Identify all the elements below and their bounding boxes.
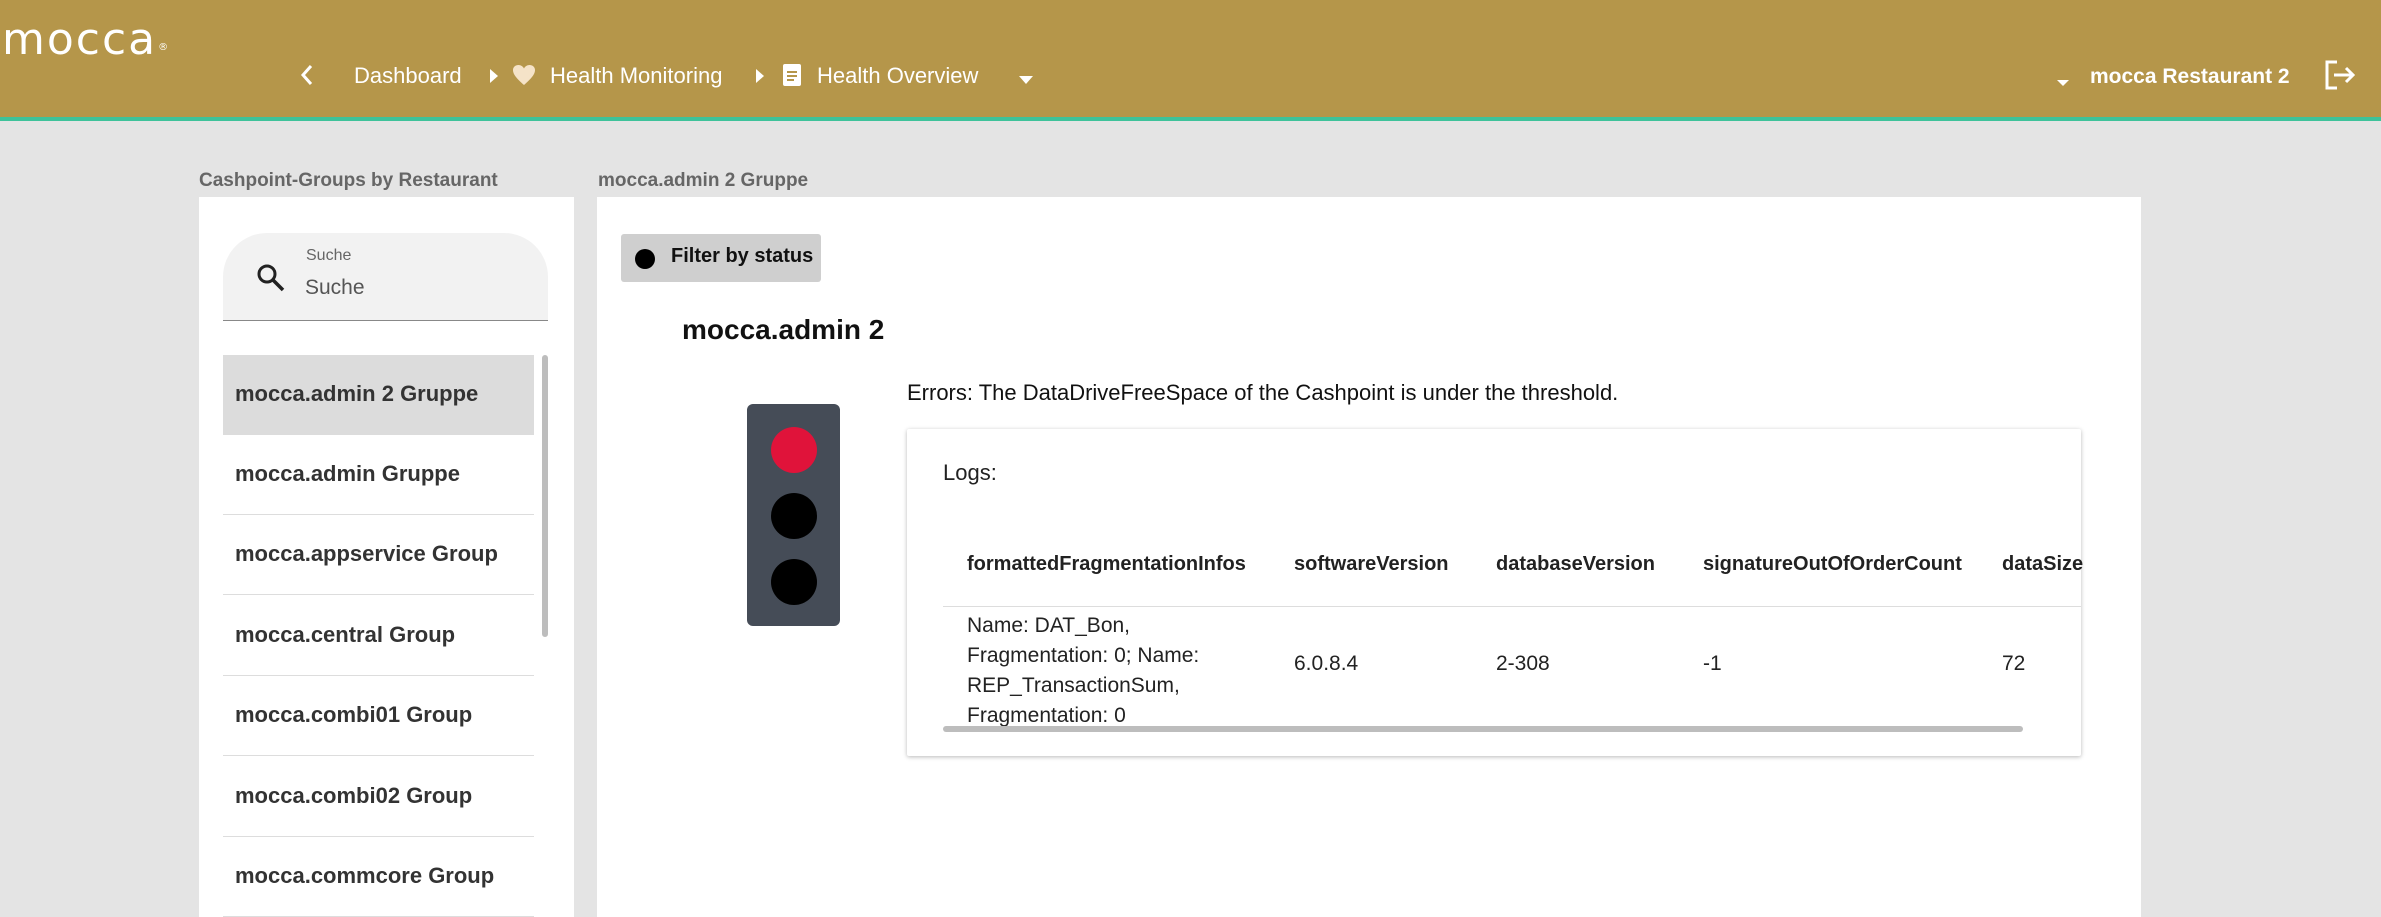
table-divider: [943, 606, 2081, 607]
column-header: formattedFragmentationInfos: [967, 553, 1246, 575]
cashpoint-title: mocca.admin 2: [682, 314, 885, 345]
software-version-cell: 6.0.8.4: [1294, 652, 1359, 675]
search-label: Suche: [306, 247, 352, 264]
mocca-logo[interactable]: mocca®: [2, 18, 169, 62]
logs-card: Logs: formattedFragmentationInfos softwa…: [907, 429, 2084, 756]
breadcrumb-health-monitoring[interactable]: Health Monitoring: [550, 61, 722, 91]
column-header: softwareVersion: [1294, 553, 1449, 575]
logs-title: Logs:: [943, 460, 997, 485]
sidebar-title: Cashpoint-Groups by Restaurant: [199, 170, 498, 191]
chevron-left-icon[interactable]: [299, 63, 315, 92]
top-app-bar: mocca® Dashboard Health Monitoring Healt…: [0, 0, 2381, 121]
signature-count-cell: -1: [1703, 652, 1722, 675]
group-item[interactable]: mocca.appservice Group: [223, 515, 534, 595]
red-light: [771, 427, 817, 473]
table-horizontal-scrollbar[interactable]: [943, 726, 2023, 732]
filter-label: Filter by status: [671, 245, 814, 267]
group-title: mocca.admin 2 Gruppe: [598, 170, 809, 191]
fragmentation-cell: Name: DAT_Bon, Fragmentation: 0; Name: R…: [967, 611, 1237, 731]
list-scrollbar[interactable]: [542, 355, 548, 637]
caret-down-icon[interactable]: [1018, 72, 1034, 90]
filter-by-status-button[interactable]: Filter by status: [621, 234, 821, 282]
logo-text: mocca: [2, 14, 158, 65]
database-version-cell: 2-308: [1496, 652, 1550, 675]
health-overview-panel: Filter by status mocca.admin 2 Errors: T…: [597, 197, 2141, 917]
column-header: databaseVersion: [1496, 553, 1655, 575]
fragmentation-line: Fragmentation: 0; Name:: [967, 644, 1200, 667]
search-field[interactable]: Suche: [223, 233, 548, 321]
group-item[interactable]: mocca.combi01 Group: [223, 676, 534, 756]
group-item[interactable]: mocca.commcore Group: [223, 837, 534, 917]
data-size-cell: 72: [2002, 652, 2026, 675]
cashpoint-group-list: Suche mocca.admin 2 Gruppe mocca.admin G…: [199, 197, 574, 917]
group-item[interactable]: mocca.admin 2 Gruppe: [223, 355, 534, 435]
group-item[interactable]: mocca.admin Gruppe: [223, 435, 534, 515]
yellow-light: [771, 493, 817, 539]
column-header: signatureOutOfOrderCount: [1703, 553, 1962, 575]
search-icon: [256, 263, 286, 298]
green-light: [771, 559, 817, 605]
column-header: dataSize: [2002, 553, 2084, 575]
caret-right-icon: [489, 68, 499, 89]
search-input[interactable]: [305, 273, 525, 303]
heart-icon: [512, 64, 536, 91]
registered-mark: ®: [158, 42, 171, 53]
group-item[interactable]: mocca.combi02 Group: [223, 757, 534, 837]
restaurant-selector[interactable]: mocca Restaurant 2: [2090, 62, 2290, 92]
breadcrumb-dashboard[interactable]: Dashboard: [354, 61, 462, 91]
traffic-light-icon: [747, 404, 840, 626]
document-icon: [782, 63, 802, 92]
group-item[interactable]: mocca.central Group: [223, 596, 534, 676]
fragmentation-line: REP_TransactionSum,: [967, 674, 1180, 697]
error-message: Errors: The DataDriveFreeSpace of the Ca…: [907, 380, 1619, 405]
logout-icon[interactable]: [2323, 59, 2357, 96]
caret-right-icon: [755, 68, 765, 89]
breadcrumb-health-overview[interactable]: Health Overview: [817, 61, 978, 91]
fragmentation-line: Name: DAT_Bon,: [967, 614, 1131, 637]
restaurant-dropdown-icon[interactable]: [2056, 74, 2070, 92]
status-dot-icon: [635, 249, 655, 269]
